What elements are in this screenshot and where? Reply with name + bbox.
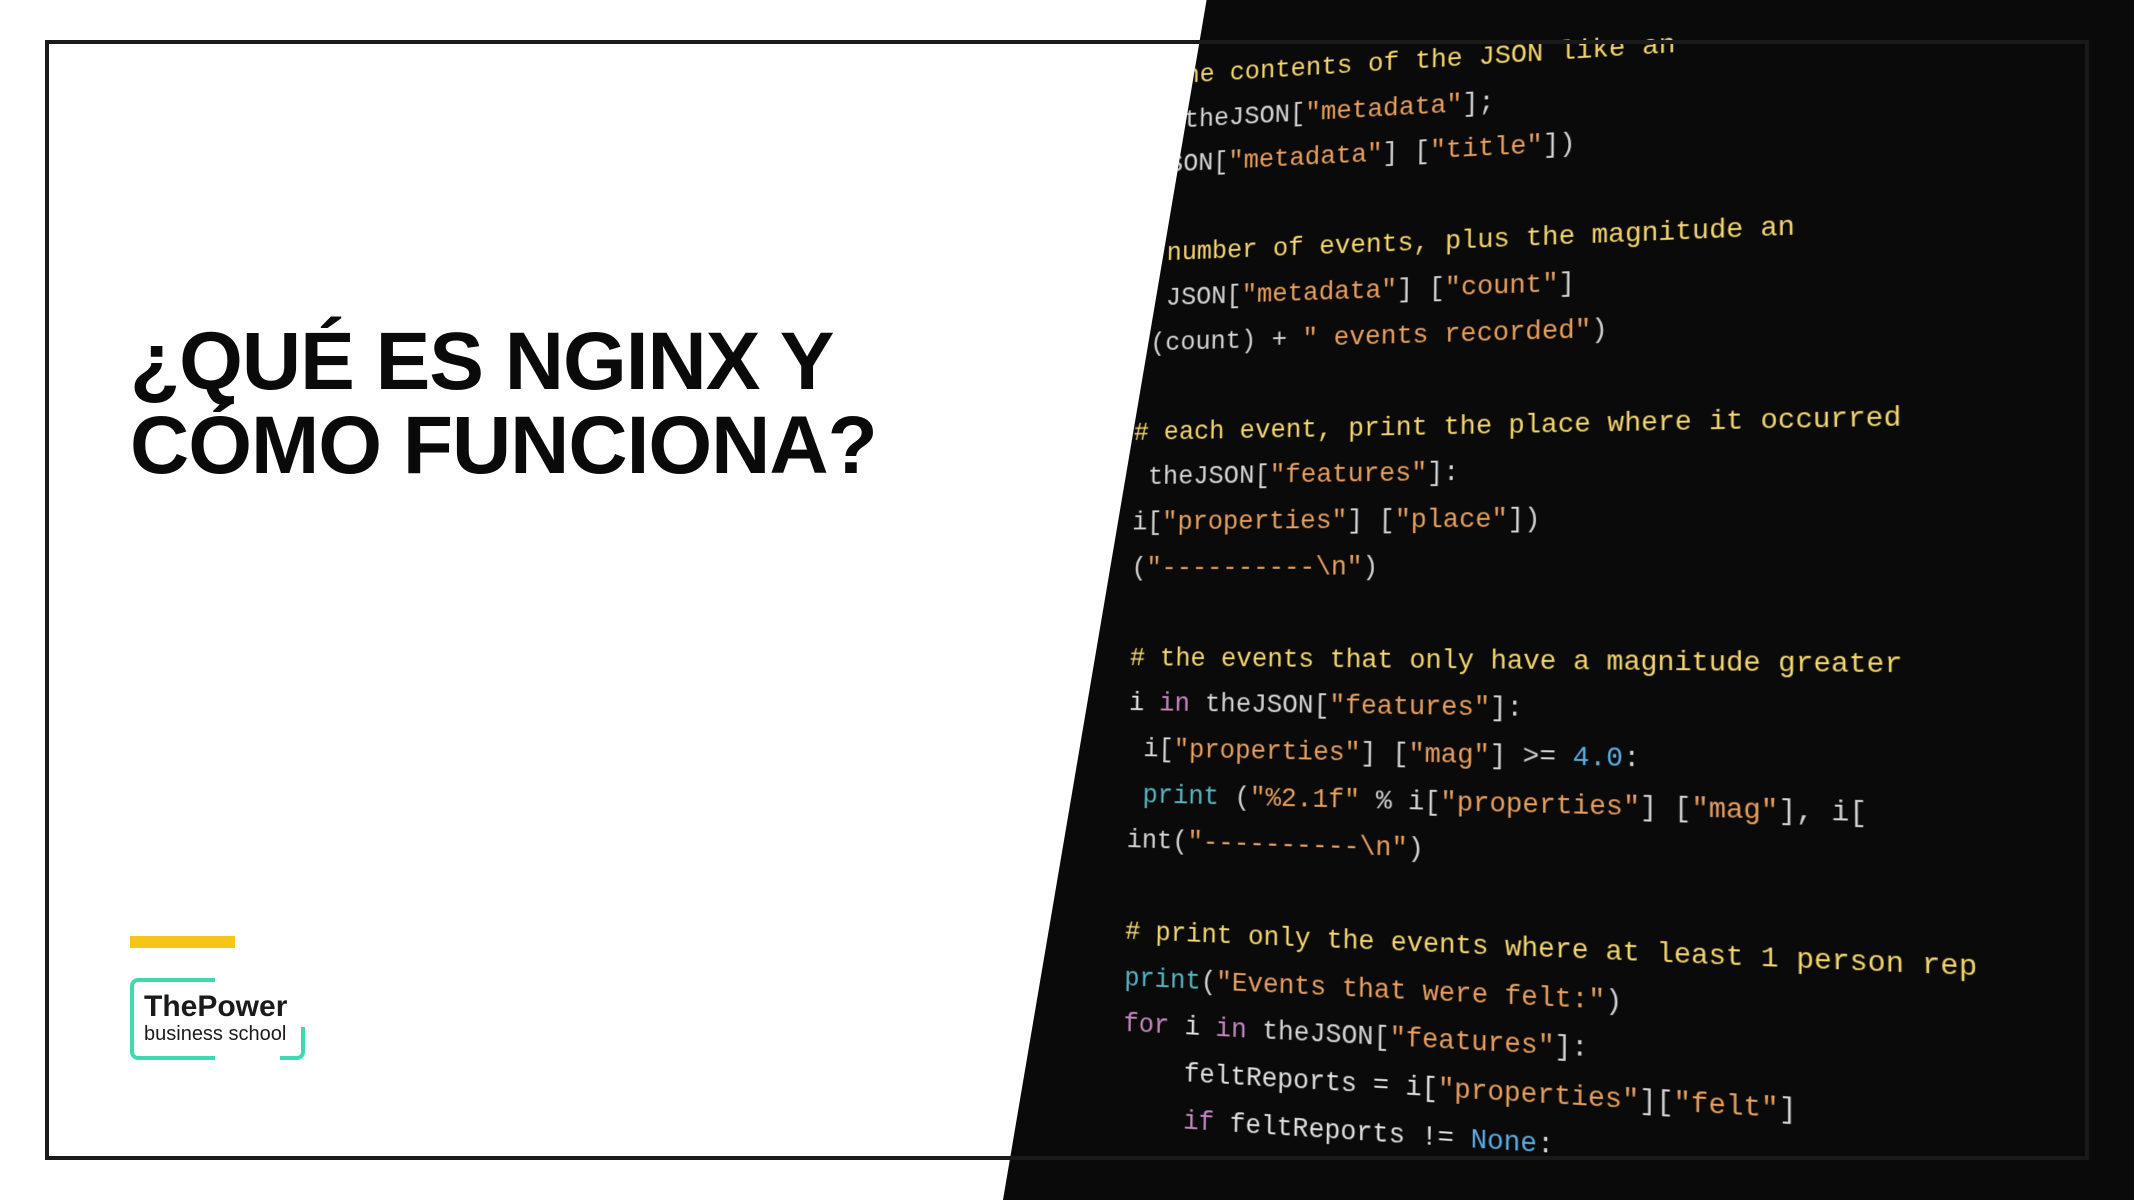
code-token: ] [ <box>1640 792 1691 825</box>
code-string: "properties" <box>1162 506 1347 537</box>
code-string: "mag" <box>1408 740 1490 772</box>
code-string: "properties" <box>1174 735 1361 769</box>
code-comment: # number of events, plus the magnitude a… <box>1137 213 1795 270</box>
code-token: % i[ <box>1360 786 1441 819</box>
code-string: "%2.1f" <box>1250 783 1360 816</box>
code-token: ]; <box>1462 88 1494 120</box>
code-token: feltReports = i[ <box>1184 1060 1438 1106</box>
code-token: ) <box>1407 834 1423 865</box>
code-keyword: None <box>1470 1125 1537 1161</box>
code-string: "place" <box>1395 505 1508 536</box>
code-string: "metadata" <box>1228 140 1383 177</box>
code-number: 4.0 <box>1573 743 1624 775</box>
code-token: feltReports != <box>1214 1108 1471 1156</box>
code-snippet: # the contents of the JSON like an theJS… <box>1032 0 2134 1200</box>
code-token: ] <box>1558 269 1575 300</box>
logo-container: ThePower business school <box>130 936 297 1060</box>
code-keyword: in <box>1215 1015 1247 1047</box>
code-token: i <box>1169 1012 1216 1045</box>
code-token: ] [ <box>1382 137 1430 169</box>
code-token: ( <box>1201 967 1217 998</box>
code-comment: # the events that only have a magnitude … <box>1130 644 1903 681</box>
code-comment: # each event, print the place where it o… <box>1134 403 1902 448</box>
code-keyword: if <box>1183 1106 1214 1139</box>
logo-bracket-icon <box>130 978 215 1060</box>
code-string: "features" <box>1389 1024 1554 1064</box>
code-string: " events recorded" <box>1302 315 1591 354</box>
code-token: ( <box>1219 782 1250 813</box>
code-token: ] [ <box>1360 739 1408 771</box>
code-token: ) <box>1591 315 1608 346</box>
code-token: : <box>1623 743 1640 775</box>
code-comment: # the contents of the JSON like an <box>1140 31 1676 94</box>
code-token: ]: <box>1427 459 1459 490</box>
code-token: ) <box>1605 986 1622 1019</box>
code-string: "mag" <box>1691 793 1778 827</box>
page-headline: ¿QUÉ ES NGINX Y CÓMO FUNCIONA? <box>130 320 1044 487</box>
code-string: "metadata" <box>1305 90 1462 129</box>
code-string: "metadata" <box>1241 276 1397 311</box>
code-string: "----------\n" <box>1146 553 1362 583</box>
code-token: ]: <box>1490 694 1523 725</box>
code-string: "count" <box>1445 270 1559 304</box>
code-token: : <box>1537 1129 1554 1162</box>
accent-bar <box>130 936 235 948</box>
code-string: "features" <box>1270 459 1428 491</box>
code-token: ] [ <box>1347 506 1395 537</box>
code-string: "Events that were felt:" <box>1216 968 1605 1018</box>
code-token: ]: <box>1554 1032 1588 1066</box>
code-token: theJSON[ <box>1184 99 1306 135</box>
code-token: ] [ <box>1397 274 1445 306</box>
code-string: "title" <box>1430 131 1543 167</box>
code-token: ) <box>1362 552 1378 582</box>
logo-box: ThePower business school <box>130 978 297 1060</box>
code-string: "properties" <box>1440 788 1640 824</box>
code-token: JSON[ <box>1166 282 1242 314</box>
code-token: theJSON[ <box>1246 1016 1389 1055</box>
code-token: ], i[ <box>1778 795 1867 830</box>
code-token: ][ <box>1639 1086 1674 1120</box>
code-string: "properties" <box>1438 1074 1639 1118</box>
code-token: ] >= <box>1490 741 1573 774</box>
code-token: ]) <box>1508 504 1541 535</box>
code-string: "features" <box>1329 692 1490 725</box>
code-token: theJSON[ <box>1189 690 1329 722</box>
code-string: "felt" <box>1674 1088 1779 1127</box>
logo-bracket-right-icon <box>280 1027 305 1060</box>
code-token: ]) <box>1543 129 1576 161</box>
code-token: ] <box>1779 1094 1797 1128</box>
code-string: "----------\n" <box>1187 828 1407 865</box>
